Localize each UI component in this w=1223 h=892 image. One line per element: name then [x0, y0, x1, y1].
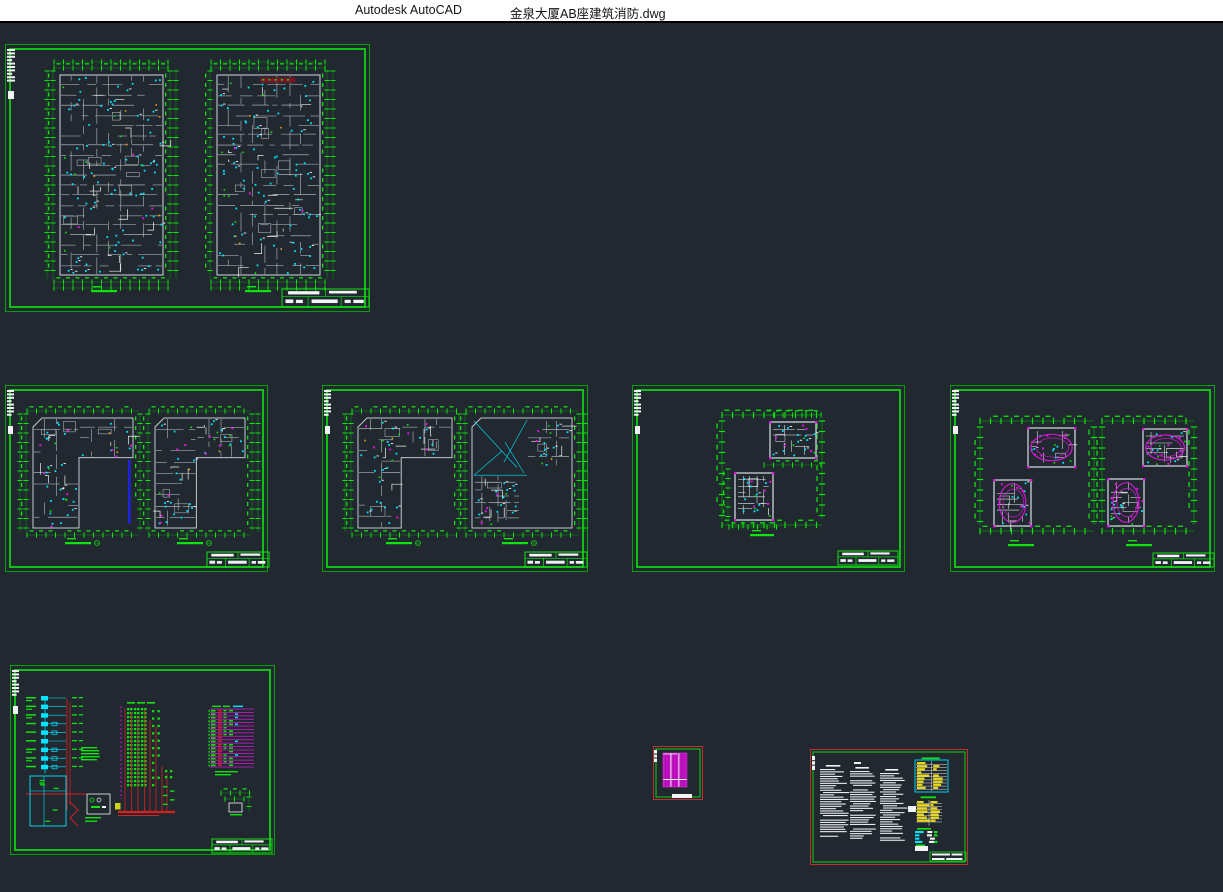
- drawing-canvas[interactable]: [0, 23, 1223, 892]
- sheet-basement-floor-plans[interactable]: [5, 44, 370, 312]
- sheet-floor-plan-a-drawing: [5, 385, 268, 572]
- sheet-machine-room-plans[interactable]: [632, 385, 905, 572]
- sheet-detail-plans-drawing: [950, 385, 1215, 572]
- sheet-floor-plan-b[interactable]: [322, 385, 588, 572]
- sheet-system-riser-diagram-drawing: [10, 665, 275, 855]
- app-title: Autodesk AutoCAD: [355, 3, 462, 17]
- sheet-general-notes-drawing: [810, 749, 968, 865]
- sheet-floor-plan-a[interactable]: [5, 385, 268, 572]
- sheet-hatch-detail-drawing: [653, 746, 703, 800]
- sheet-detail-plans[interactable]: [950, 385, 1215, 572]
- sheet-system-riser-diagram[interactable]: [10, 665, 275, 855]
- sheet-basement-floor-plans-drawing: [5, 44, 370, 312]
- autocad-window: Autodesk AutoCAD 金泉大厦AB座建筑消防.dwg: [0, 0, 1223, 892]
- document-filename: 金泉大厦AB座建筑消防.dwg: [510, 3, 666, 22]
- sheet-hatch-detail[interactable]: [653, 746, 703, 800]
- sheet-floor-plan-b-drawing: [322, 385, 588, 572]
- window-titlebar: Autodesk AutoCAD 金泉大厦AB座建筑消防.dwg: [0, 0, 1223, 23]
- sheet-general-notes[interactable]: [810, 749, 968, 865]
- sheet-machine-room-plans-drawing: [632, 385, 905, 572]
